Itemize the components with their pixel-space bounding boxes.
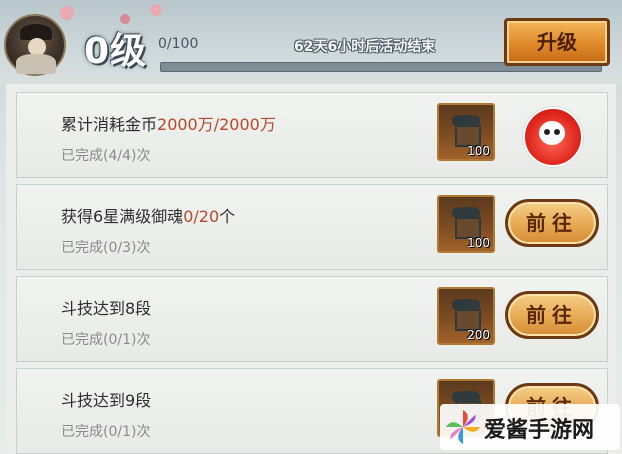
countdown-text: 62天6小时后活动结束	[294, 39, 436, 55]
lantern-icon	[452, 391, 480, 401]
reward-count: 200	[467, 328, 490, 342]
reward-item[interactable]: 100	[437, 195, 495, 253]
task-status: 已完成(0/1)次	[61, 424, 151, 440]
blossom-decoration	[150, 4, 162, 16]
reward-count: 100	[467, 144, 490, 158]
task-title: 斗技达到8段	[61, 299, 152, 318]
task-title: 累计消耗金币2000万/2000万	[61, 115, 276, 134]
level-label: 0级	[84, 31, 148, 72]
task-status: 已完成(0/3)次	[61, 240, 151, 256]
daruma-icon[interactable]	[523, 107, 583, 167]
reward-count: 100	[467, 236, 490, 250]
upgrade-button[interactable]: 升级	[504, 18, 610, 66]
task-status: 已完成(4/4)次	[61, 148, 151, 164]
lantern-icon	[452, 299, 480, 309]
task-title: 获得6星满级御魂0/20个	[61, 207, 236, 226]
watermark-text: 爱酱手游网	[484, 418, 595, 443]
task-title: 斗技达到9段	[61, 391, 152, 410]
reward-item[interactable]: 200	[437, 287, 495, 345]
pinwheel-logo-icon	[445, 409, 481, 445]
go-button[interactable]: 前往	[505, 291, 599, 339]
character-avatar[interactable]	[4, 14, 66, 76]
reward-item[interactable]: 100	[437, 103, 495, 161]
lantern-icon	[452, 115, 480, 125]
go-button[interactable]: 前往	[505, 199, 599, 247]
lantern-icon	[452, 207, 480, 217]
task-row: 累计消耗金币2000万/2000万 已完成(4/4)次 100	[16, 92, 608, 178]
task-row: 获得6星满级御魂0/20个 已完成(0/3)次 100 前往	[16, 184, 608, 270]
blossom-decoration	[60, 6, 74, 20]
task-row: 斗技达到8段 已完成(0/1)次 200 前往	[16, 276, 608, 362]
header-bar: 0级 0/100 62天6小时后活动结束 升级	[0, 0, 622, 84]
task-status: 已完成(0/1)次	[61, 332, 151, 348]
task-list: 累计消耗金币2000万/2000万 已完成(4/4)次 100 获得6星满级御魂…	[6, 84, 616, 454]
progress-text: 0/100	[158, 36, 199, 52]
watermark: 爱酱手游网	[440, 404, 620, 450]
